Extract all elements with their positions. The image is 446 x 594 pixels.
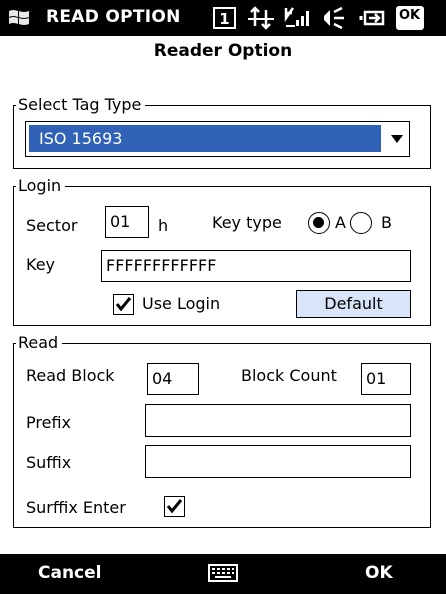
tag-type-legend: Select Tag Type [16,95,146,115]
use-login-label[interactable]: Use Login [142,294,220,314]
connectivity-icon [248,6,274,30]
volume-icon [324,6,344,30]
login-legend: Login [16,176,66,196]
use-login-checkbox[interactable] [113,294,134,315]
read-block-label: Read Block [26,366,115,385]
tag-type-selected-value: ISO 15693 [29,125,381,152]
key-input[interactable]: FFFFFFFFFFFF [101,250,411,282]
block-count-input[interactable]: 01 [361,363,411,395]
sim-icon: 1 [213,7,236,29]
tag-type-select[interactable]: ISO 15693 [25,121,410,157]
battery-icon [359,10,385,26]
suffix-enter-label: Surffix Enter [26,498,126,517]
key-type-a-radio[interactable] [308,212,330,234]
suffix-enter-checkbox[interactable] [164,496,185,517]
ok-button[interactable]: OK [396,6,424,30]
check-icon [115,297,132,312]
keyboard-icon[interactable] [208,563,238,583]
suffix-label: Suffix [26,453,72,472]
softkey-bar: Cancel OK [0,554,446,594]
key-label: Key [26,255,56,274]
read-legend: Read [16,333,63,353]
suffix-input[interactable] [145,445,411,478]
prefix-input[interactable] [145,404,411,437]
prefix-label: Prefix [26,413,71,432]
read-block-input[interactable]: 04 [147,363,199,395]
key-type-label: Key type [212,213,282,232]
key-type-b-radio[interactable] [350,212,372,234]
sector-label: Sector [26,216,78,235]
windows-logo-icon[interactable] [8,8,30,28]
key-type-b-label[interactable]: B [381,213,392,233]
cancel-softkey[interactable]: Cancel [38,563,101,583]
key-type-a-label[interactable]: A [335,213,346,233]
sector-suffix: h [158,216,169,235]
sector-input[interactable]: 01 [105,206,149,238]
ok-label: OK [398,8,421,23]
page-title: Reader Option [153,41,293,61]
svg-text:1: 1 [219,10,229,28]
default-button[interactable]: Default [296,290,411,318]
window-title[interactable]: READ OPTION [46,7,181,27]
signal-icon [284,7,309,27]
block-count-label: Block Count [241,366,337,385]
chevron-down-icon[interactable] [391,135,403,143]
check-icon [166,499,183,514]
status-bar: READ OPTION 1 OK [0,0,446,36]
ok-softkey[interactable]: OK [365,563,393,583]
